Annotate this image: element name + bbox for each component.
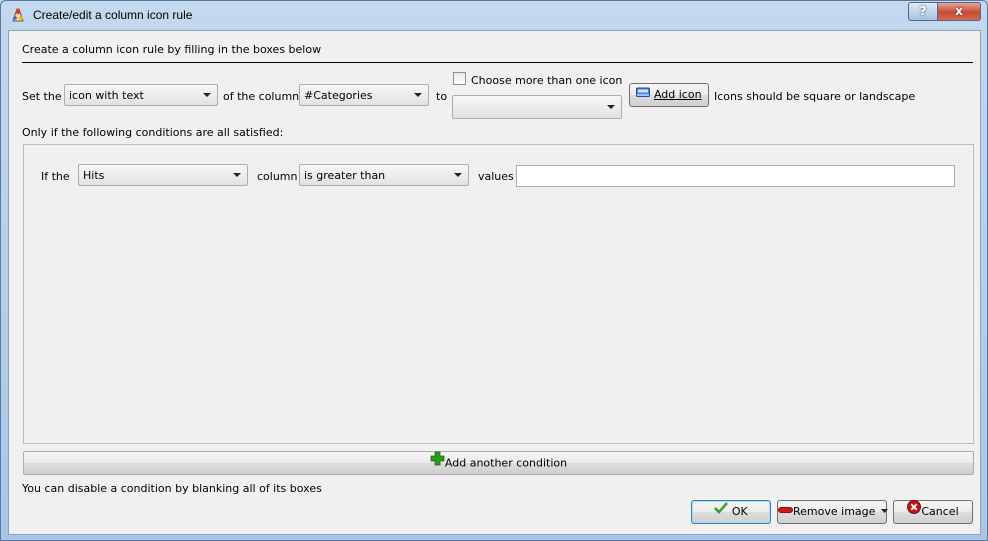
app-icon bbox=[10, 7, 26, 23]
dropdown-arrow-icon bbox=[880, 500, 888, 522]
cancel-button[interactable]: Cancel bbox=[893, 500, 973, 524]
conditions-heading: Only if the following conditions are all… bbox=[22, 126, 284, 139]
chevron-down-icon bbox=[233, 173, 241, 177]
chevron-down-icon bbox=[454, 173, 462, 177]
if-the-label: If the bbox=[41, 170, 70, 183]
disable-hint: You can disable a condition by blanking … bbox=[22, 482, 322, 495]
window-title: Create/edit a column icon rule bbox=[33, 8, 193, 22]
to-label: to bbox=[436, 90, 448, 103]
cancel-label: Cancel bbox=[921, 505, 959, 518]
remove-image-label: Remove image bbox=[793, 505, 876, 518]
cancel-icon bbox=[907, 500, 922, 522]
ok-label: OK bbox=[731, 505, 748, 518]
intro-text: Create a column icon rule by filling in … bbox=[22, 43, 322, 56]
column-label: column bbox=[257, 170, 298, 183]
add-icon-label: Add icon bbox=[653, 88, 702, 101]
minus-icon bbox=[778, 500, 793, 522]
set-the-label: Set the bbox=[22, 90, 62, 103]
disk-icon bbox=[636, 83, 651, 105]
plus-icon bbox=[430, 451, 445, 474]
remove-image-button[interactable]: Remove image bbox=[777, 500, 888, 524]
ok-button[interactable]: OK bbox=[691, 500, 771, 524]
add-condition-button[interactable]: Add another condition bbox=[23, 451, 974, 475]
choose-more-checkbox[interactable] bbox=[453, 72, 466, 85]
column-value: #Categories bbox=[304, 89, 373, 102]
values-label: values bbox=[478, 170, 514, 183]
dialog-window: Create/edit a column icon rule ? x Creat… bbox=[0, 0, 988, 541]
operator-value: is greater than bbox=[304, 169, 386, 182]
operator-select[interactable]: is greater than bbox=[299, 164, 469, 186]
icon-kind-select[interactable]: icon with text bbox=[64, 84, 218, 106]
icons-hint: Icons should be square or landscape bbox=[714, 90, 916, 103]
icon-kind-value: icon with text bbox=[69, 89, 144, 102]
close-button[interactable]: x bbox=[937, 2, 981, 21]
conditions-panel: If the Hits column is greater than value… bbox=[23, 144, 974, 444]
separator bbox=[22, 62, 973, 63]
icon-select[interactable] bbox=[452, 95, 622, 119]
dialog-body: Create a column icon rule by filling in … bbox=[8, 30, 981, 535]
chevron-down-icon bbox=[414, 93, 422, 97]
chevron-down-icon bbox=[203, 93, 211, 97]
title-bar[interactable]: Create/edit a column icon rule ? x bbox=[1, 1, 987, 29]
add-condition-label: Add another condition bbox=[444, 456, 568, 470]
help-button[interactable]: ? bbox=[908, 2, 938, 21]
add-icon-button[interactable]: Add icon bbox=[629, 83, 709, 107]
condition-column-select[interactable]: Hits bbox=[78, 164, 248, 186]
of-column-label: of the column: bbox=[223, 90, 303, 103]
checkmark-icon bbox=[714, 500, 729, 522]
chevron-down-icon bbox=[607, 105, 615, 109]
choose-more-label: Choose more than one icon bbox=[471, 74, 623, 87]
values-input[interactable] bbox=[516, 165, 955, 187]
condition-column-value: Hits bbox=[83, 169, 105, 182]
column-select[interactable]: #Categories bbox=[299, 84, 429, 106]
